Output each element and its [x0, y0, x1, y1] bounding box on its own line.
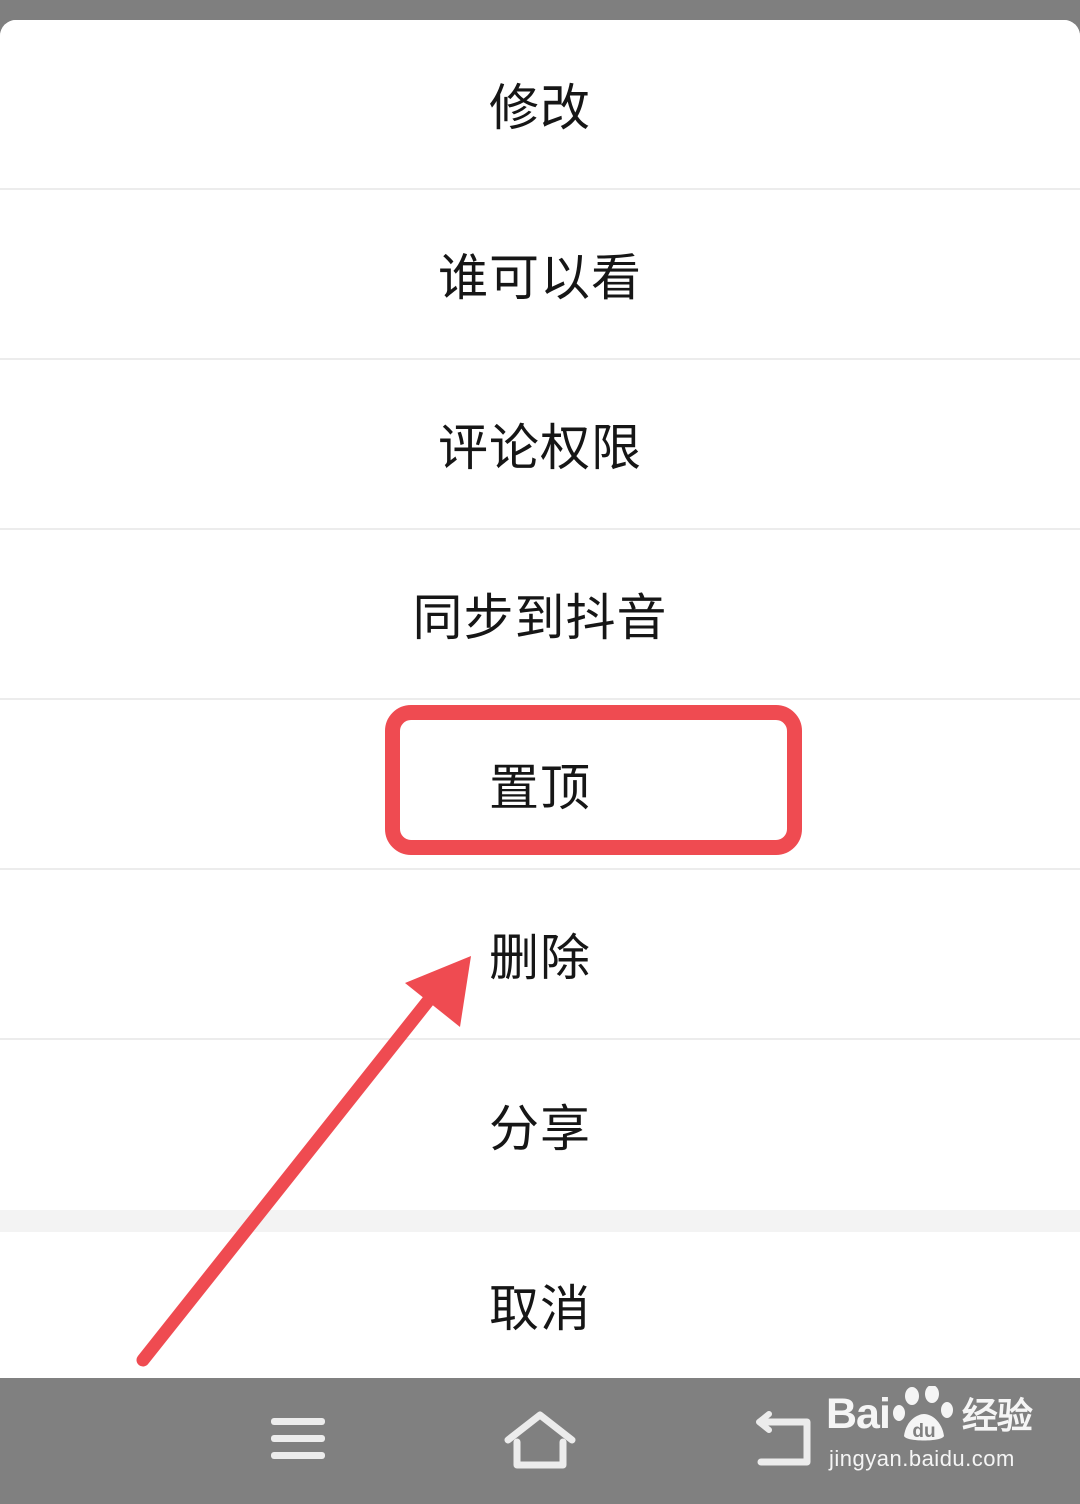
who-can-see-option-label: 谁可以看: [438, 249, 642, 307]
back-icon: [756, 1411, 811, 1466]
edit-option-label: 修改: [489, 79, 591, 137]
section-gap: [0, 1210, 1080, 1232]
cancel-button[interactable]: 取消: [0, 1232, 1080, 1378]
back-button[interactable]: [734, 1398, 830, 1482]
comment-permission-option-label: 评论权限: [438, 419, 642, 477]
who-can-see-option[interactable]: 谁可以看: [0, 190, 1080, 360]
cancel-button-label: 取消: [489, 1280, 591, 1338]
watermark-url: jingyan.baidu.com: [829, 1446, 1015, 1471]
menu-button[interactable]: [252, 1398, 348, 1482]
edit-option[interactable]: 修改: [0, 20, 1080, 190]
home-button[interactable]: [492, 1398, 588, 1482]
pin-to-top-option[interactable]: 置顶: [0, 700, 1080, 870]
pin-to-top-option-label: 置顶: [489, 759, 591, 817]
sync-to-douyin-option[interactable]: 同步到抖音: [0, 530, 1080, 700]
comment-permission-option[interactable]: 评论权限: [0, 360, 1080, 530]
menu-icon: [271, 1418, 325, 1459]
sync-to-douyin-option-label: 同步到抖音: [412, 589, 668, 647]
delete-option-label: 删除: [489, 929, 591, 987]
share-option[interactable]: 分享: [0, 1040, 1080, 1210]
watermark-brand: Bai 经验: [826, 1390, 1033, 1438]
share-option-label: 分享: [489, 1100, 591, 1158]
delete-option[interactable]: 删除: [0, 870, 1080, 1040]
action-sheet: 修改 谁可以看 评论权限 同步到抖音 置顶 删除 分享 取消: [0, 20, 1080, 1378]
baidu-jingyan-watermark: du Bai 经验 jingyan.baidu.com: [826, 1386, 1046, 1486]
home-icon: [504, 1411, 576, 1469]
